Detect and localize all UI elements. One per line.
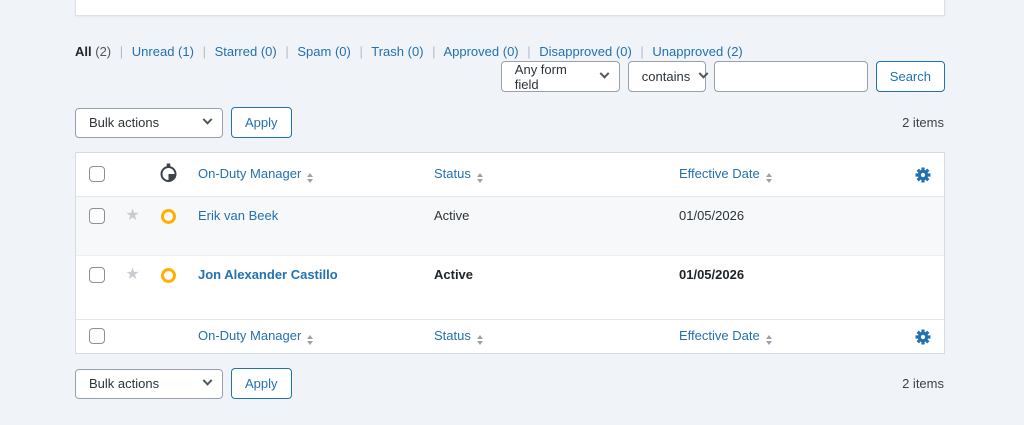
sort-icon[interactable] xyxy=(476,335,483,345)
column-header-date[interactable]: Effective Date xyxy=(679,166,760,181)
row-checkbox[interactable] xyxy=(89,208,105,224)
column-footer-date[interactable]: Effective Date xyxy=(679,328,760,343)
filter-unread[interactable]: Unread (1) xyxy=(132,44,194,59)
column-footer-name[interactable]: On-Duty Manager xyxy=(198,328,301,343)
filter-trash[interactable]: Trash (0) xyxy=(371,44,423,59)
sort-icon[interactable] xyxy=(307,335,314,345)
table-footer-row: On-Duty Manager Status Effective Date xyxy=(76,319,944,353)
entry-date: 01/05/2026 xyxy=(679,267,745,282)
filter-separator: | xyxy=(432,44,436,59)
filter-starred[interactable]: Starred (0) xyxy=(215,44,277,59)
filter-separator: | xyxy=(202,44,206,59)
items-count-bottom: 2 items xyxy=(902,376,944,391)
apply-button-top[interactable]: Apply xyxy=(231,107,292,138)
filter-separator: | xyxy=(285,44,289,59)
entry-filter-bar: All (2) | Unread (1) | Starred (0) | Spa… xyxy=(75,44,945,59)
previous-panel-edge xyxy=(75,0,945,16)
table-row: ★ Erik van Beek Active 01/05/2026 xyxy=(76,197,944,255)
items-count-top: 2 items xyxy=(902,115,944,130)
approval-status-icon[interactable] xyxy=(161,268,176,283)
gear-icon[interactable] xyxy=(914,166,932,184)
search-button[interactable]: Search xyxy=(875,61,945,92)
table-row: ★ Jon Alexander Castillo Active 01/05/20… xyxy=(76,255,944,319)
entry-name-link[interactable]: Jon Alexander Castillo xyxy=(198,267,338,282)
filter-separator: | xyxy=(527,44,531,59)
entry-search-bar: Any form field contains Search xyxy=(500,61,945,92)
search-field-select[interactable]: Any form field xyxy=(500,61,620,92)
column-header-name[interactable]: On-Duty Manager xyxy=(198,166,301,181)
apply-button-bottom[interactable]: Apply xyxy=(231,368,292,399)
star-icon[interactable]: ★ xyxy=(125,208,139,224)
sort-icon[interactable] xyxy=(307,173,314,183)
chevron-down-icon xyxy=(202,375,213,386)
gear-icon[interactable] xyxy=(914,328,932,346)
filter-separator: | xyxy=(119,44,124,59)
entry-name-link[interactable]: Erik van Beek xyxy=(198,208,278,223)
chevron-down-icon xyxy=(599,68,610,79)
bulk-actions-top: Bulk actions Apply xyxy=(75,107,292,138)
filter-separator: | xyxy=(640,44,644,59)
bulk-actions-select-top[interactable]: Bulk actions xyxy=(75,107,223,138)
row-checkbox[interactable] xyxy=(89,267,105,283)
search-operator-select[interactable]: contains xyxy=(627,61,709,92)
filter-disapproved[interactable]: Disapproved (0) xyxy=(539,44,632,59)
entry-status: Active xyxy=(434,208,470,223)
filter-all[interactable]: All (2) xyxy=(75,44,111,59)
entry-date: 01/05/2026 xyxy=(679,208,745,223)
filter-spam[interactable]: Spam (0) xyxy=(297,44,350,59)
approval-status-icon[interactable] xyxy=(161,209,176,224)
select-all-checkbox-top[interactable] xyxy=(89,166,105,182)
timer-icon[interactable] xyxy=(158,162,179,184)
column-header-status[interactable]: Status xyxy=(434,166,471,181)
filter-approved[interactable]: Approved (0) xyxy=(443,44,518,59)
select-all-checkbox-bottom[interactable] xyxy=(89,328,105,344)
sort-icon[interactable] xyxy=(476,173,483,183)
search-input[interactable] xyxy=(713,61,868,92)
column-footer-status[interactable]: Status xyxy=(434,328,471,343)
bulk-actions-select-bottom[interactable]: Bulk actions xyxy=(75,368,223,399)
star-icon[interactable]: ★ xyxy=(125,267,139,283)
chevron-down-icon xyxy=(202,114,213,125)
sort-icon[interactable] xyxy=(765,335,772,345)
entries-table: On-Duty Manager Status Effective Date ★ … xyxy=(75,152,945,354)
filter-separator: | xyxy=(359,44,363,59)
filter-unapproved[interactable]: Unapproved (2) xyxy=(652,44,742,59)
bulk-actions-bottom: Bulk actions Apply xyxy=(75,368,292,399)
chevron-down-icon xyxy=(698,68,709,79)
sort-icon[interactable] xyxy=(765,173,772,183)
table-header-row: On-Duty Manager Status Effective Date xyxy=(76,153,944,197)
entry-status: Active xyxy=(434,267,474,282)
